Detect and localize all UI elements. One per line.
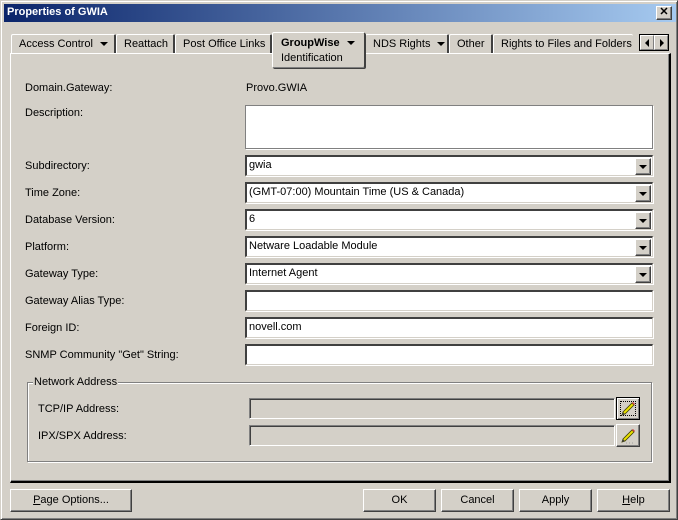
gateway-type-label: Gateway Type: bbox=[25, 268, 99, 280]
cancel-button[interactable]: Cancel bbox=[441, 489, 514, 512]
window-title: Properties of GWIA bbox=[7, 6, 108, 18]
page-options-button[interactable]: Page Options... bbox=[10, 489, 132, 512]
gateway-alias-type-input[interactable] bbox=[245, 290, 653, 311]
database-version-select[interactable]: 6 bbox=[245, 209, 653, 230]
foreign-id-label: Foreign ID: bbox=[25, 322, 80, 334]
snmp-get-string-input[interactable] bbox=[245, 344, 653, 365]
time-zone-value: (GMT-07:00) Mountain Time (US & Canada) bbox=[249, 186, 465, 198]
tcpip-address-label: TCP/IP Address: bbox=[38, 403, 120, 415]
tab-label: Other bbox=[457, 38, 485, 50]
tab-label: NDS Rights bbox=[373, 38, 431, 50]
database-version-label: Database Version: bbox=[25, 214, 115, 226]
help-button[interactable]: Help bbox=[597, 489, 670, 512]
title-bar[interactable]: Properties of GWIA ✕ bbox=[4, 4, 676, 22]
chevron-down-icon bbox=[99, 42, 108, 47]
edit-ipxspx-address-button[interactable] bbox=[616, 424, 640, 447]
chevron-down-icon bbox=[639, 246, 647, 250]
description-label: Description: bbox=[25, 107, 84, 119]
ok-button[interactable]: OK bbox=[363, 489, 436, 512]
tab-nds-rights[interactable]: NDS Rights bbox=[365, 34, 449, 55]
foreign-id-value: novell.com bbox=[249, 321, 302, 333]
tab-access-control[interactable]: Access Control bbox=[11, 34, 116, 55]
subdirectory-value: gwia bbox=[249, 159, 272, 171]
apply-button[interactable]: Apply bbox=[519, 489, 592, 512]
gateway-type-value: Internet Agent bbox=[249, 267, 318, 279]
description-textarea[interactable] bbox=[245, 105, 653, 149]
domain-gateway-label: Domain.Gateway: bbox=[25, 82, 113, 94]
gateway-alias-type-label: Gateway Alias Type: bbox=[25, 295, 125, 307]
ipxspx-address-field bbox=[249, 425, 615, 446]
tab-rights-to-files-and-folders[interactable]: Rights to Files and Folders bbox=[493, 34, 633, 55]
snmp-get-string-label: SNMP Community "Get" String: bbox=[25, 349, 179, 361]
subdirectory-combobox[interactable]: gwia bbox=[245, 155, 653, 176]
close-button[interactable]: ✕ bbox=[656, 6, 672, 20]
foreign-id-input[interactable]: novell.com bbox=[245, 317, 653, 338]
chevron-down-icon bbox=[639, 165, 647, 169]
tab-other[interactable]: Other bbox=[449, 34, 493, 55]
arrow-left-icon bbox=[645, 39, 649, 47]
tab-post-office-links[interactable]: Post Office Links bbox=[175, 34, 272, 55]
database-version-dropdown-button[interactable] bbox=[635, 212, 651, 229]
tab-groupwise[interactable]: GroupWise Identification bbox=[272, 32, 365, 68]
database-version-value: 6 bbox=[249, 213, 256, 225]
tab-label: Post Office Links bbox=[183, 38, 266, 50]
pencil-icon bbox=[621, 402, 635, 416]
tab-label: Access Control bbox=[19, 38, 93, 50]
domain-gateway-value: Provo.GWIA bbox=[246, 82, 308, 94]
tab-strip: Access Control Reattach Post Office Link… bbox=[11, 32, 671, 68]
tab-scroll-right-button[interactable] bbox=[654, 35, 668, 50]
platform-value: Netware Loadable Module bbox=[249, 240, 378, 252]
tab-scroll-left-button[interactable] bbox=[640, 35, 654, 50]
close-icon: ✕ bbox=[659, 6, 669, 18]
tab-reattach[interactable]: Reattach bbox=[116, 34, 175, 55]
platform-select[interactable]: Netware Loadable Module bbox=[245, 236, 653, 257]
chevron-down-icon bbox=[437, 42, 446, 47]
arrow-right-icon bbox=[660, 39, 664, 47]
tab-label: Rights to Files and Folders bbox=[501, 38, 632, 50]
network-address-group bbox=[27, 382, 652, 462]
chevron-down-icon bbox=[639, 192, 647, 196]
tcpip-address-field bbox=[249, 398, 615, 419]
platform-dropdown-button[interactable] bbox=[635, 239, 651, 256]
platform-label: Platform: bbox=[25, 241, 70, 253]
tab-scroll-buttons bbox=[639, 34, 669, 51]
gateway-type-select[interactable]: Internet Agent bbox=[245, 263, 653, 284]
chevron-down-icon bbox=[346, 41, 355, 46]
gateway-type-dropdown-button[interactable] bbox=[635, 266, 651, 283]
time-zone-label: Time Zone: bbox=[25, 187, 81, 199]
tab-label: GroupWise bbox=[281, 37, 340, 49]
tab-sublabel-identification[interactable]: Identification bbox=[281, 52, 357, 64]
tab-label: Reattach bbox=[124, 38, 169, 50]
chevron-down-icon bbox=[639, 219, 647, 223]
ipxspx-address-label: IPX/SPX Address: bbox=[38, 430, 127, 442]
time-zone-dropdown-button[interactable] bbox=[635, 185, 651, 202]
chevron-down-icon bbox=[639, 273, 647, 277]
time-zone-select[interactable]: (GMT-07:00) Mountain Time (US & Canada) bbox=[245, 182, 653, 203]
properties-dialog: Properties of GWIA ✕ Access Control Reat… bbox=[0, 0, 678, 520]
network-address-title: Network Address bbox=[33, 376, 119, 388]
subdirectory-label: Subdirectory: bbox=[25, 160, 90, 172]
subdirectory-dropdown-button[interactable] bbox=[635, 158, 651, 175]
pencil-icon bbox=[621, 429, 635, 444]
edit-tcpip-address-button[interactable] bbox=[616, 397, 640, 420]
